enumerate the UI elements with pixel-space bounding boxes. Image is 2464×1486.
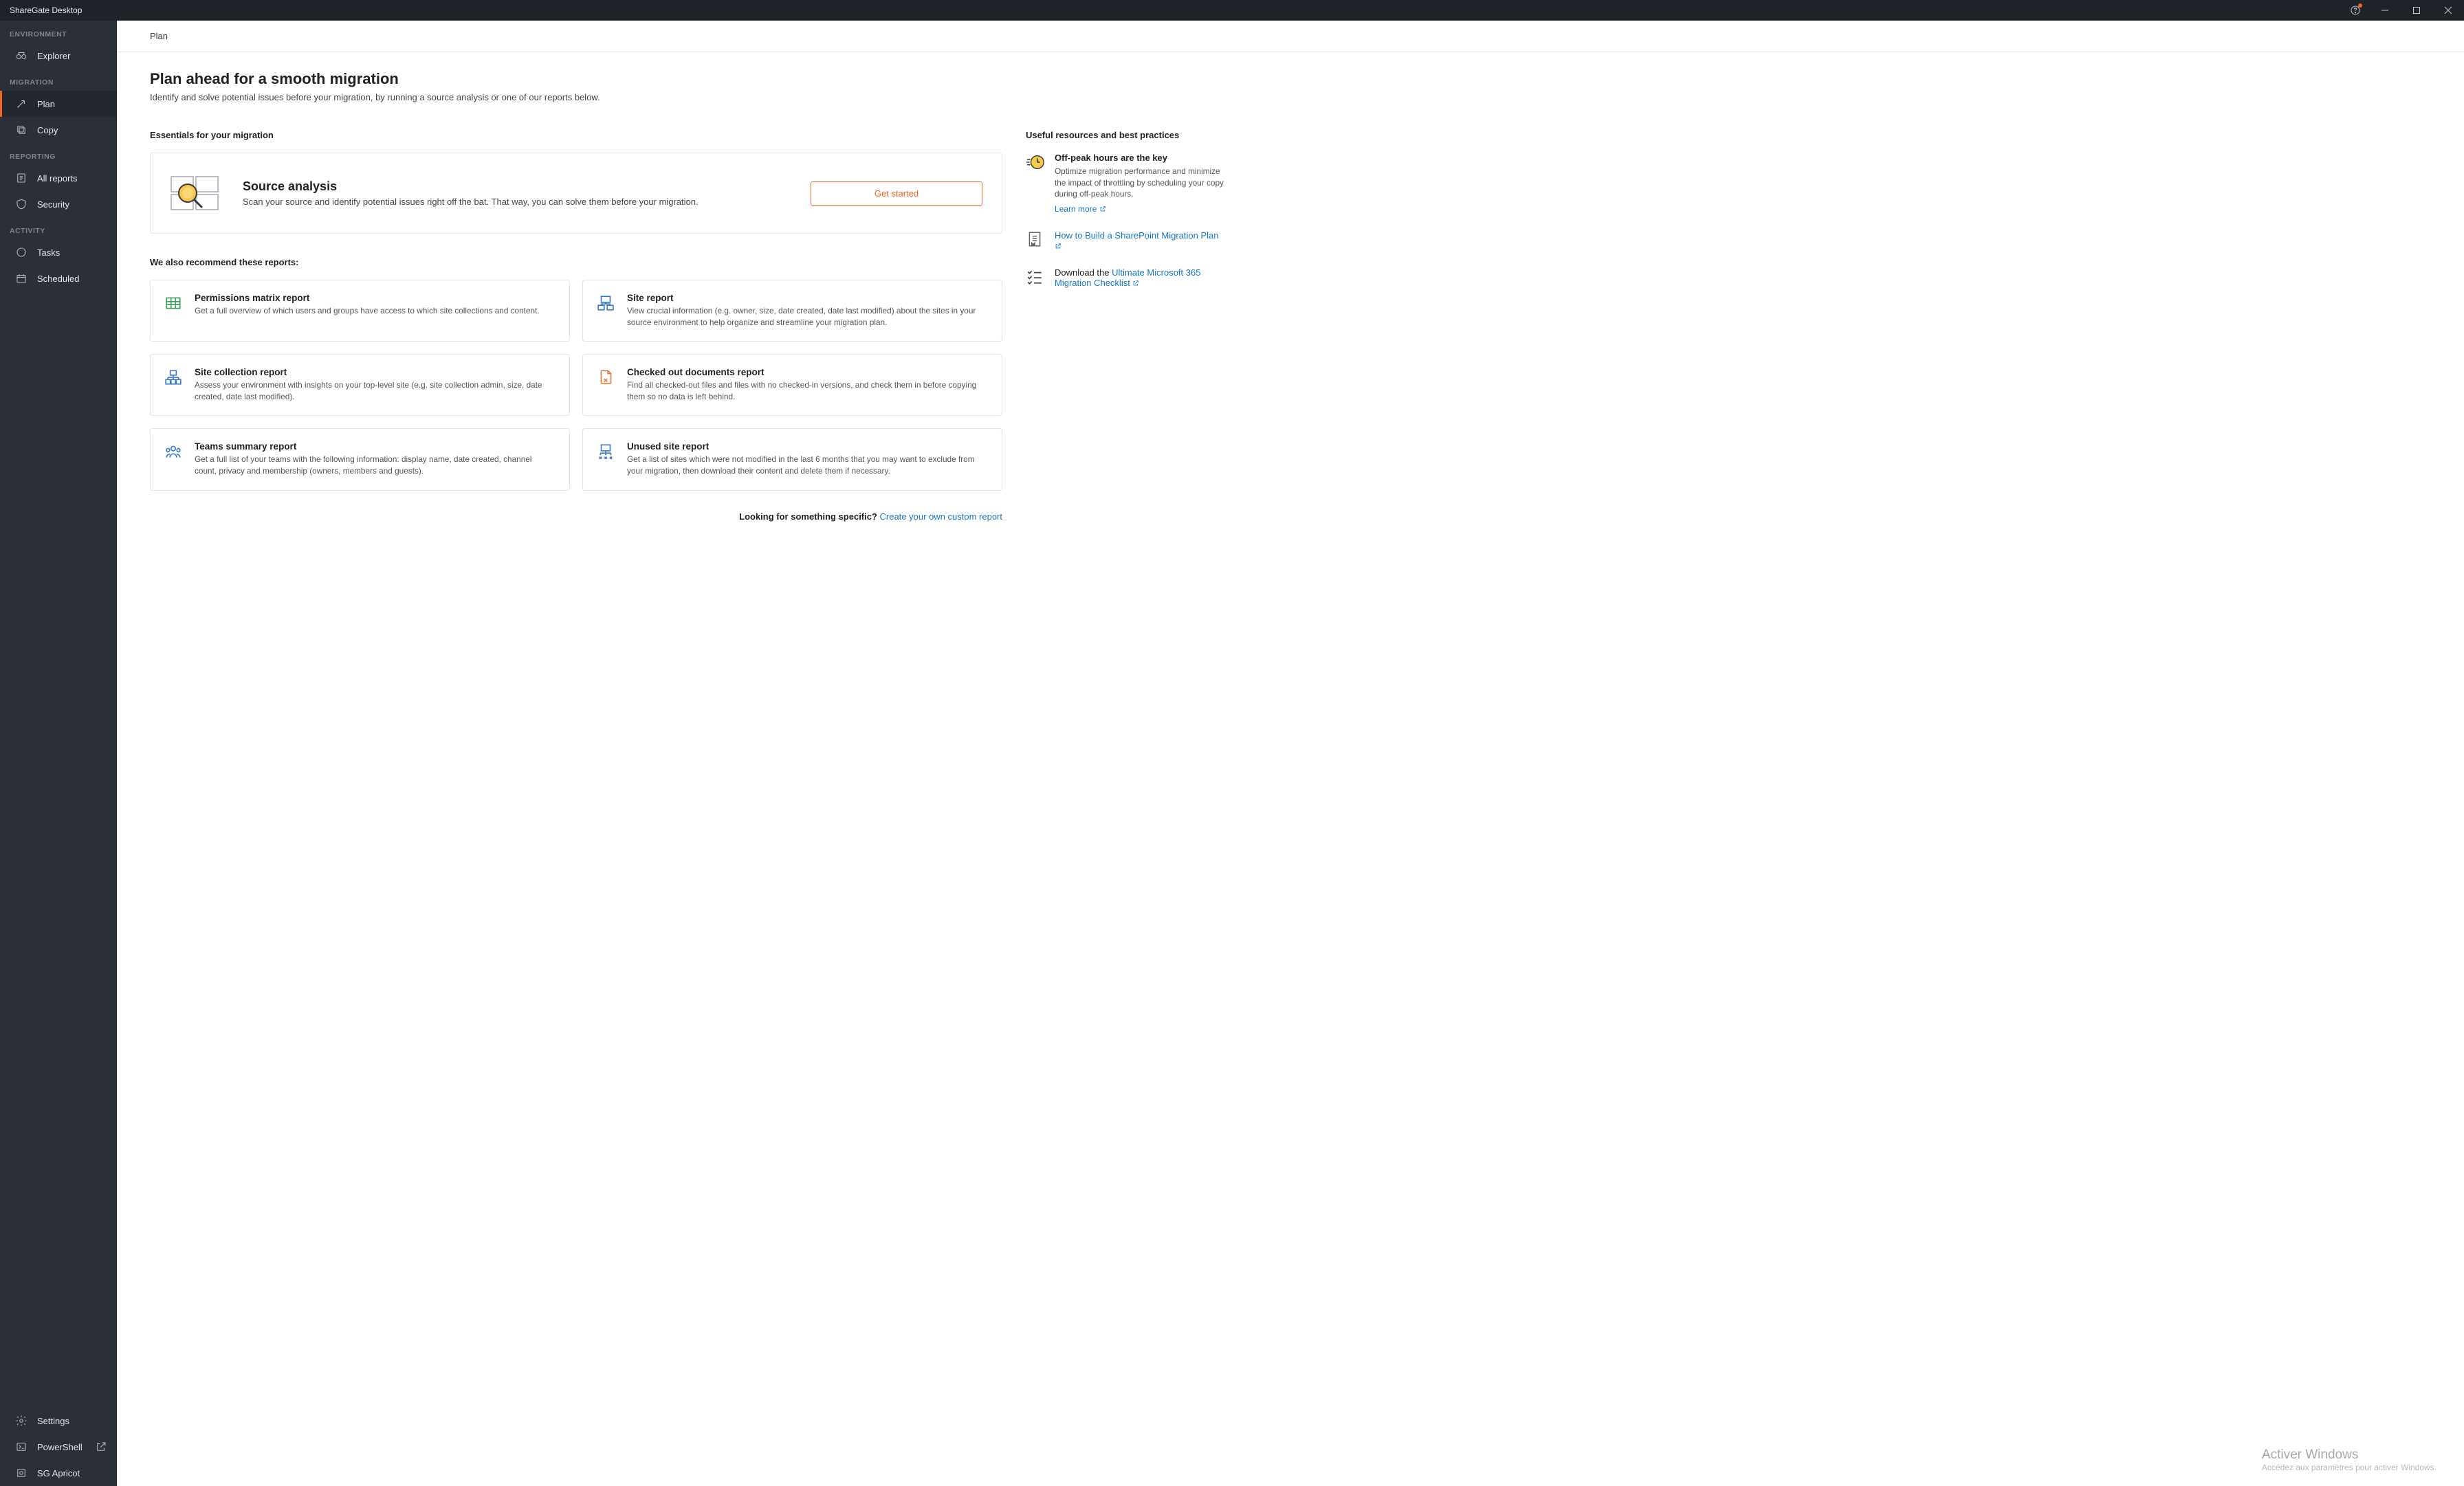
report-site-collection[interactable]: Site collection report Assess your envir… bbox=[150, 354, 570, 416]
sidebar-item-settings[interactable]: Settings bbox=[0, 1408, 117, 1434]
sidebar-item-label: Settings bbox=[37, 1416, 69, 1426]
create-custom-report-link[interactable]: Create your own custom report bbox=[880, 511, 1002, 522]
resource-offpeak: Off-peak hours are the key Optimize migr… bbox=[1026, 153, 1225, 214]
sidebar-item-label: Copy bbox=[37, 125, 58, 135]
sidebar: ENVIRONMENT Explorer MIGRATION Plan Copy… bbox=[0, 21, 117, 1486]
sidebar-item-explorer[interactable]: Explorer bbox=[0, 43, 117, 69]
binoculars-icon bbox=[15, 49, 28, 62]
sidebar-item-security[interactable]: Security bbox=[0, 191, 117, 217]
app-name: ShareGate Desktop bbox=[10, 5, 82, 15]
report-desc: Assess your environment with insights on… bbox=[195, 379, 556, 403]
howto-link[interactable]: How to Build a SharePoint Migration Plan bbox=[1055, 230, 1218, 251]
gear-icon bbox=[15, 1415, 28, 1427]
sidebar-item-all-reports[interactable]: All reports bbox=[0, 165, 117, 191]
calendar-icon bbox=[15, 272, 28, 285]
resource-checklist: Download the Ultimate Microsoft 365 Migr… bbox=[1026, 267, 1225, 288]
report-desc: Get a full list of your teams with the f… bbox=[195, 454, 556, 477]
get-started-button[interactable]: Get started bbox=[811, 181, 982, 206]
shield-icon bbox=[15, 198, 28, 210]
maximize-button[interactable] bbox=[2401, 0, 2432, 21]
tasks-icon bbox=[15, 246, 28, 258]
page-subtitle: Identify and solve potential issues befo… bbox=[150, 92, 2431, 102]
sidebar-item-label: All reports bbox=[37, 173, 78, 184]
looking-for-specific: Looking for something specific? Create y… bbox=[150, 511, 1002, 522]
report-checked-out[interactable]: Checked out documents report Find all ch… bbox=[582, 354, 1002, 416]
sidebar-item-label: Security bbox=[37, 199, 69, 210]
content: Plan Plan ahead for a smooth migration I… bbox=[117, 21, 2464, 1486]
report-site[interactable]: Site report View crucial information (e.… bbox=[582, 280, 1002, 342]
resources-heading: Useful resources and best practices bbox=[1026, 130, 1225, 140]
sidebar-item-powershell[interactable]: PowerShell bbox=[0, 1434, 117, 1460]
external-link-icon bbox=[95, 1441, 107, 1453]
clock-speed-icon bbox=[1026, 153, 1045, 172]
sidebar-item-label: Scheduled bbox=[37, 274, 79, 284]
source-analysis-desc: Scan your source and identify potential … bbox=[243, 197, 790, 207]
group-label-environment: ENVIRONMENT bbox=[0, 21, 117, 43]
report-unused-site[interactable]: Unused site report Get a list of sites w… bbox=[582, 428, 1002, 490]
report-teams-summary[interactable]: Teams summary report Get a full list of … bbox=[150, 428, 570, 490]
site-report-icon bbox=[597, 294, 615, 312]
learn-more-link[interactable]: Learn more bbox=[1055, 204, 1106, 214]
report-title: Unused site report bbox=[627, 441, 988, 452]
sidebar-item-label: SG Apricot bbox=[37, 1468, 80, 1478]
essentials-heading: Essentials for your migration bbox=[150, 130, 1002, 140]
report-title: Checked out documents report bbox=[627, 367, 988, 377]
page-title: Plan ahead for a smooth migration bbox=[150, 70, 2431, 88]
sidebar-item-label: PowerShell bbox=[37, 1442, 82, 1452]
report-icon bbox=[15, 172, 28, 184]
source-analysis-icon bbox=[167, 173, 222, 214]
sidebar-item-plan[interactable]: Plan bbox=[0, 91, 117, 117]
resource-howto: How to Build a SharePoint Migration Plan bbox=[1026, 230, 1225, 251]
report-desc: Find all checked-out files and files wit… bbox=[627, 379, 988, 403]
copy-icon bbox=[15, 124, 28, 136]
report-desc: View crucial information (e.g. owner, si… bbox=[627, 305, 988, 329]
report-title: Site collection report bbox=[195, 367, 556, 377]
sidebar-item-tasks[interactable]: Tasks bbox=[0, 239, 117, 265]
looking-prefix: Looking for something specific? bbox=[739, 511, 879, 522]
resource-desc: Optimize migration performance and minim… bbox=[1055, 166, 1225, 200]
minimize-button[interactable] bbox=[2369, 0, 2401, 21]
teams-icon bbox=[164, 443, 182, 461]
group-label-migration: MIGRATION bbox=[0, 69, 117, 91]
close-button[interactable] bbox=[2432, 0, 2464, 21]
report-desc: Get a full overview of which users and g… bbox=[195, 305, 540, 317]
app-icon bbox=[15, 1467, 28, 1479]
sidebar-item-label: Tasks bbox=[37, 247, 60, 258]
titlebar: ShareGate Desktop bbox=[0, 0, 2464, 21]
windows-activation-watermark: Activer Windows Accédez aux paramètres p… bbox=[2262, 1448, 2436, 1472]
sidebar-item-copy[interactable]: Copy bbox=[0, 117, 117, 143]
plan-icon bbox=[15, 98, 28, 110]
sidebar-item-sg-apricot[interactable]: SG Apricot bbox=[0, 1460, 117, 1486]
document-icon bbox=[1026, 230, 1045, 249]
sidebar-item-label: Explorer bbox=[37, 51, 70, 61]
site-collection-icon bbox=[164, 368, 182, 386]
titlebar-controls bbox=[2342, 0, 2464, 21]
report-title: Site report bbox=[627, 293, 988, 303]
checklist-icon bbox=[1026, 267, 1045, 287]
powershell-icon bbox=[15, 1441, 28, 1453]
group-label-reporting: REPORTING bbox=[0, 143, 117, 165]
resource-title: Off-peak hours are the key bbox=[1055, 153, 1225, 163]
sidebar-item-scheduled[interactable]: Scheduled bbox=[0, 265, 117, 291]
report-permissions-matrix[interactable]: Permissions matrix report Get a full ove… bbox=[150, 280, 570, 342]
recommend-heading: We also recommend these reports: bbox=[150, 257, 1002, 267]
report-desc: Get a list of sites which were not modif… bbox=[627, 454, 988, 477]
notification-dot bbox=[2358, 3, 2362, 8]
group-label-activity: ACTIVITY bbox=[0, 217, 117, 239]
source-analysis-card: Source analysis Scan your source and ide… bbox=[150, 153, 1002, 234]
unused-site-icon bbox=[597, 443, 615, 461]
download-prefix: Download the bbox=[1055, 267, 1112, 278]
breadcrumb-current: Plan bbox=[150, 31, 168, 41]
checked-out-icon bbox=[597, 368, 615, 386]
permissions-matrix-icon bbox=[164, 294, 182, 312]
source-analysis-title: Source analysis bbox=[243, 179, 790, 194]
breadcrumb: Plan bbox=[117, 21, 2464, 52]
help-button[interactable] bbox=[2342, 0, 2369, 21]
report-title: Teams summary report bbox=[195, 441, 556, 452]
report-title: Permissions matrix report bbox=[195, 293, 540, 303]
sidebar-item-label: Plan bbox=[37, 99, 55, 109]
